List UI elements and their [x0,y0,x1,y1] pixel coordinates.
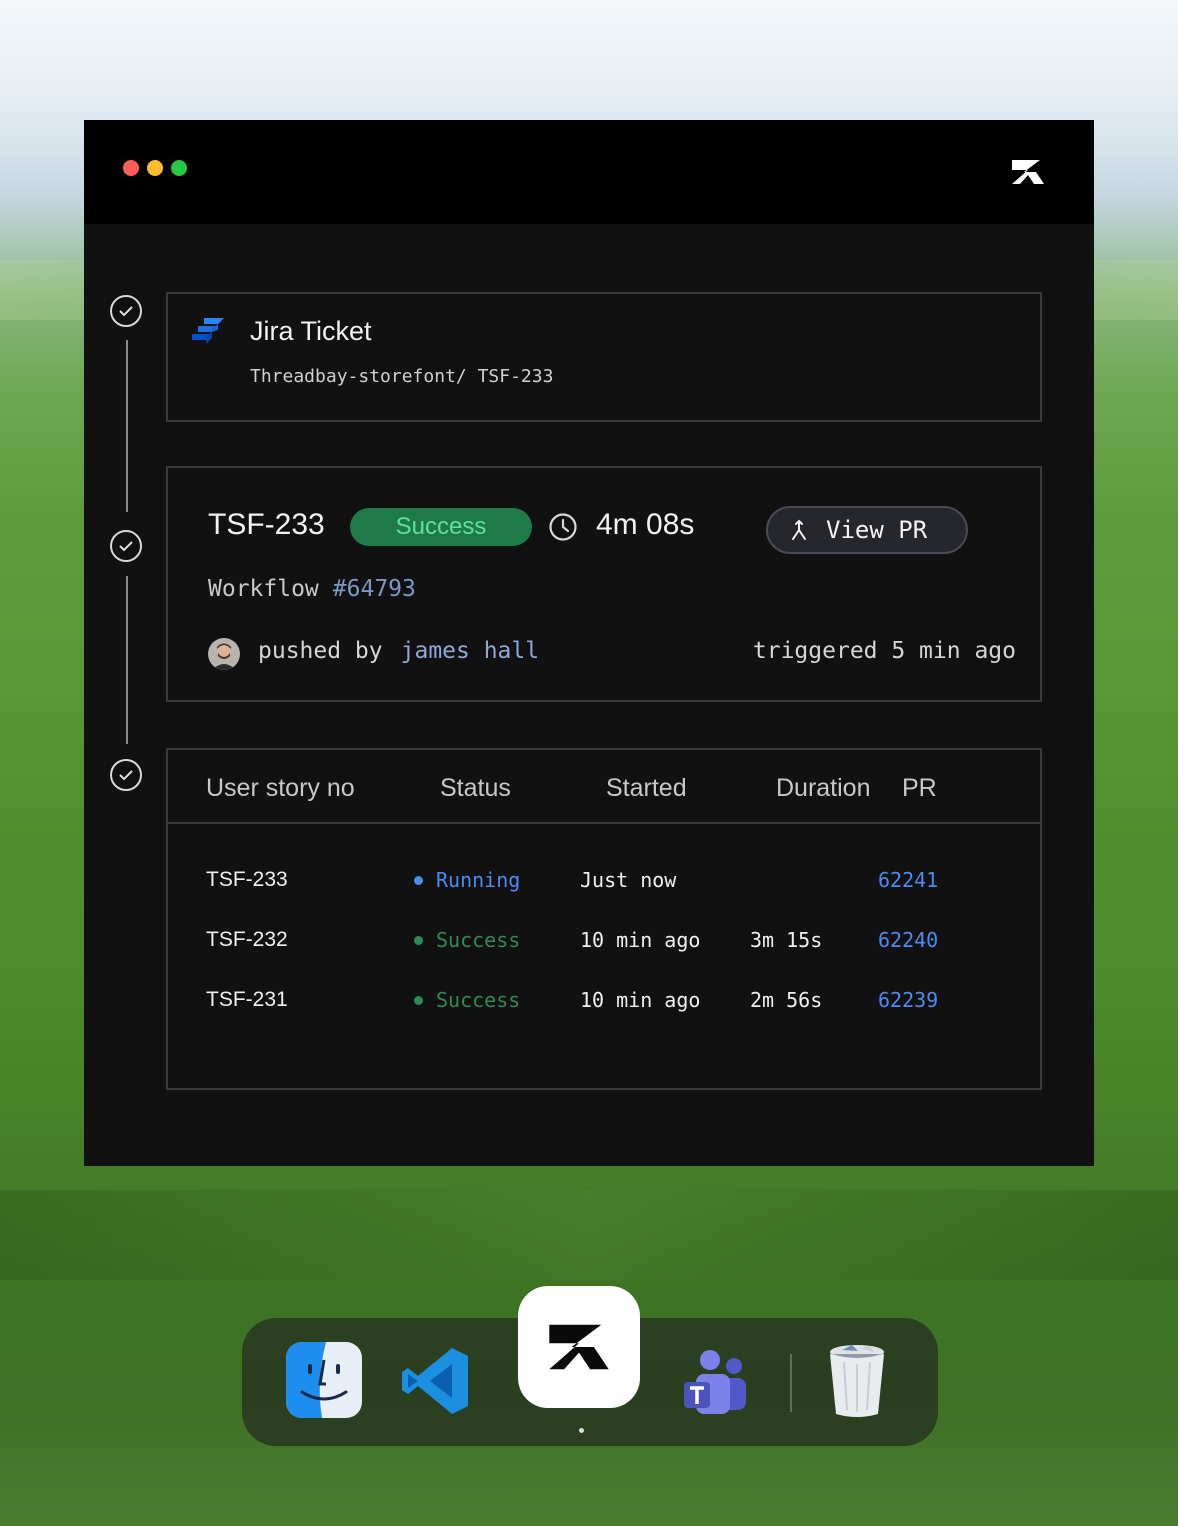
table-row[interactable]: TSF-232 Success 10 min ago 3m 15s 62240 [168,928,1040,968]
row-duration: 3m 15s [750,928,823,952]
view-pr-label: View PR [826,516,928,544]
table-header: User story no Status Started Duration PR [168,750,1040,824]
step-complete-check-icon [110,295,142,327]
brand-app-icon[interactable] [518,1286,640,1408]
step-complete-check-icon [110,759,142,791]
table-row[interactable]: TSF-231 Success 10 min ago 2m 56s 62239 [168,988,1040,1028]
status-dot-icon [414,935,423,945]
status-badge: Success [350,508,532,546]
row-status-label: Success [436,988,521,1012]
timeline-connector [126,576,128,744]
column-header-pr: PR [902,774,937,802]
close-window-button[interactable] [123,160,139,176]
view-pr-button[interactable]: View PR [766,506,968,554]
timeline-connector [126,340,128,512]
dock-divider [790,1354,792,1412]
row-status-label: Success [436,928,521,952]
workflow-label: Workflow [208,576,319,602]
row-status: Running [414,868,520,892]
pushed-by-label: pushed by [258,638,383,664]
pushed-by-info: pushed by james hall [258,638,539,664]
trash-icon[interactable] [828,1342,886,1418]
teams-icon[interactable] [682,1348,748,1416]
row-status: Success [414,988,520,1012]
column-header-story: User story no [206,774,355,802]
jira-ticket-card[interactable]: Jira Ticket Threadbay-storefont/ TSF-233 [166,292,1042,422]
run-duration: 4m 08s [596,508,695,541]
column-header-status: Status [440,774,511,802]
row-status: Success [414,928,520,952]
row-duration: 2m 56s [750,988,823,1012]
jira-ticket-path: Threadbay-storefont/ TSF-233 [250,366,554,387]
jira-card-title: Jira Ticket [250,316,372,346]
clock-icon [549,513,577,541]
dock [242,1286,938,1446]
column-header-duration: Duration [776,774,871,802]
workflow-id-link[interactable]: #64793 [333,576,416,602]
status-dot-icon [414,875,423,885]
row-pr-link[interactable]: 62241 [878,868,938,892]
row-story-id: TSF-232 [206,928,288,951]
merge-icon [792,519,806,540]
run-ticket-id: TSF-233 [208,508,325,541]
column-header-started: Started [606,774,687,802]
row-status-label: Running [436,868,521,892]
triggered-time: triggered 5 min ago [752,638,1016,664]
status-dot-icon [414,995,423,1005]
workflow-run-card: TSF-233 Success 4m 08s View PR Workflow #… [166,466,1042,702]
maximize-window-button[interactable] [171,160,187,176]
runs-table: User story no Status Started Duration PR… [166,748,1042,1090]
row-pr-link[interactable]: 62240 [878,928,938,952]
finder-icon[interactable] [286,1342,362,1418]
pushed-by-user-link[interactable]: james hall [401,638,539,664]
row-started: Just now [580,868,677,892]
vscode-icon[interactable] [400,1344,474,1418]
row-started: 10 min ago [580,988,701,1012]
jira-icon [192,318,224,344]
row-pr-link[interactable]: 62239 [878,988,938,1012]
active-app-indicator [579,1428,584,1433]
window-titlebar [84,120,1094,224]
row-started: 10 min ago [580,928,701,952]
avatar [208,638,240,670]
row-story-id: TSF-231 [206,988,288,1011]
background-streak [0,1190,1178,1280]
step-complete-check-icon [110,530,142,562]
minimize-window-button[interactable] [147,160,163,176]
brand-logo-icon [1012,160,1044,184]
workflow-info: Workflow #64793 [208,576,416,602]
row-story-id: TSF-233 [206,868,288,891]
table-row[interactable]: TSF-233 Running Just now 62241 [168,868,1040,908]
